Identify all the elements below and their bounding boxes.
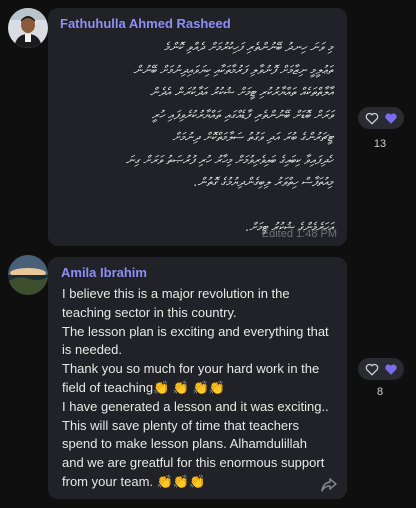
message-bubble: Amila Ibrahim I believe this is a major … <box>48 257 347 499</box>
avatar[interactable] <box>8 255 48 295</box>
heart-filled-icon[interactable] <box>384 112 398 125</box>
edited-timestamp: Edited 1:48 PM <box>261 228 337 240</box>
message-text: I believe this is a major revolution in … <box>62 286 329 489</box>
reaction-bar <box>358 358 404 380</box>
sender-name[interactable]: Amila Ibrahim <box>61 265 147 280</box>
forward-icon[interactable] <box>320 477 338 493</box>
chat-window: Fathuhulla Ahmed Rasheed މި ވަނަ ހިނދު ބ… <box>0 0 416 508</box>
sender-name[interactable]: Fathuhulla Ahmed Rasheed <box>60 16 231 31</box>
reaction-count: 13 <box>373 138 387 150</box>
message-text: މި ވަނަ ހިނދު ބޭނުންތެރި ފަހިކުރުމަށް ދެ… <box>125 40 333 234</box>
avatar[interactable] <box>8 8 48 48</box>
message-bubble: Fathuhulla Ahmed Rasheed މި ވަނަ ހިނދު ބ… <box>48 8 347 246</box>
reaction-bar <box>358 107 404 129</box>
heart-outline-icon[interactable] <box>365 363 379 376</box>
heart-filled-icon[interactable] <box>384 363 398 376</box>
heart-outline-icon[interactable] <box>365 112 379 125</box>
reaction-count: 8 <box>376 386 384 398</box>
